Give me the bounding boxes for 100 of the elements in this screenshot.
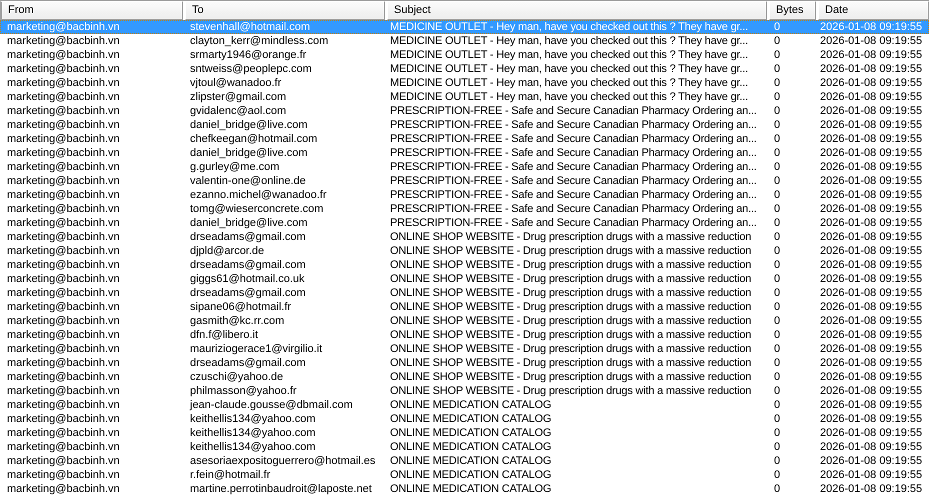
table-row[interactable]: marketing@bacbinh.vn czuschi@yahoo.de ONLINE SHOP WEBSITE - Drug prescription drugs with a massive reduction 0 2026-01-08 09:19:55: [0, 370, 929, 384]
table-row[interactable]: marketing@bacbinh.vn asesoriaexpositoguerrero@hotmail.es ONLINE MEDICATION CATALOG 0 2026-01-08 09:19:55: [0, 454, 929, 468]
table-cell-text: marketing@bacbinh.vn: [6, 202, 121, 216]
column-header[interactable]: To: [185, 1, 385, 20]
column-header[interactable]: From: [0, 1, 183, 20]
table-cell-text: sntweiss@peoplepc.com: [189, 62, 313, 76]
table-cell-text: 2026-01-08 09:19:55: [819, 104, 924, 118]
table-cell-text: gvidalenc@aol.com: [189, 104, 288, 118]
table-row[interactable]: marketing@bacbinh.vn zlipster@gmail.com MEDICINE OUTLET - Hey man, have you checked out this ? They have gr... 0 2026-01-08 09:19:55: [0, 90, 929, 104]
table-row[interactable]: marketing@bacbinh.vn keithellis134@yahoo.com ONLINE MEDICATION CATALOG 0 2026-01-08 09:19:55: [0, 440, 929, 454]
table-cell-text: 2026-01-08 09:19:55: [819, 314, 924, 328]
table-cell-text: marketing@bacbinh.vn: [6, 300, 121, 314]
table-cell-text: ONLINE SHOP WEBSITE - Drug prescription drugs with a massive reduction: [389, 258, 752, 272]
table-cell-text: tomg@wieserconcrete.com: [189, 202, 324, 216]
table-cell-text: marketing@bacbinh.vn: [6, 398, 121, 412]
table-cell-text: 0: [773, 454, 782, 468]
table-cell-text: 0: [773, 174, 782, 188]
table-cell-text: marketing@bacbinh.vn: [6, 286, 121, 300]
table-cell-text: 2026-01-08 09:19:55: [819, 272, 924, 286]
table-row[interactable]: marketing@bacbinh.vn sntweiss@peoplepc.com MEDICINE OUTLET - Hey man, have you checked out this ? They have gr... 0 2026-01-08 09:19:55: [0, 62, 929, 76]
table-cell-text: ONLINE SHOP WEBSITE - Drug prescription drugs with a massive reduction: [389, 314, 752, 328]
table-row[interactable]: marketing@bacbinh.vn drseadams@gmail.com ONLINE SHOP WEBSITE - Drug prescription drugs with a massive reduction 0 2026-01-08 09:19:55: [0, 286, 929, 300]
table-cell-text: sipane06@hotmail.fr: [189, 300, 292, 314]
table-row[interactable]: marketing@bacbinh.vn dfn.f@libero.it ONLINE SHOP WEBSITE - Drug prescription drugs with a massive reduction 0 2026-01-08 09:19:55: [0, 328, 929, 342]
table-cell-text: 0: [773, 48, 782, 62]
table-cell-text: ONLINE SHOP WEBSITE - Drug prescription drugs with a massive reduction: [389, 272, 752, 286]
table-row[interactable]: marketing@bacbinh.vn martine.perrotinbaudroit@laposte.net ONLINE MEDICATION CATALOG 0 2026-01-08 09:19:55: [0, 482, 929, 496]
table-cell-text: 0: [773, 62, 782, 76]
table-cell-text: PRESCRIPTION-FREE - Safe and Secure Canadian Pharmacy Ordering an...: [389, 104, 758, 118]
table-cell-text: marketing@bacbinh.vn: [6, 76, 121, 90]
table-row[interactable]: marketing@bacbinh.vn g.gurley@me.com PRESCRIPTION-FREE - Safe and Secure Canadian Pharmacy Ordering an... 0 2026-01-08 09:19:55: [0, 160, 929, 174]
table-cell-text: 2026-01-08 09:19:55: [819, 230, 924, 244]
table-cell-text: 0: [773, 90, 782, 104]
table-cell-text: 2026-01-08 09:19:55: [819, 90, 924, 104]
table-row[interactable]: marketing@bacbinh.vn srmarty1946@orange.fr MEDICINE OUTLET - Hey man, have you checked out this ? They have gr... 0 2026-01-08 09:19:55: [0, 48, 929, 62]
table-cell-text: 2026-01-08 09:19:55: [819, 20, 924, 34]
table-row[interactable]: marketing@bacbinh.vn drseadams@gmail.com ONLINE SHOP WEBSITE - Drug prescription drugs with a massive reduction 0 2026-01-08 09:19:55: [0, 258, 929, 272]
table-cell-text: r.fein@hotmail.fr: [189, 468, 272, 482]
table-row[interactable]: marketing@bacbinh.vn daniel_bridge@live.com PRESCRIPTION-FREE - Safe and Secure Canadian Pharmacy Ordering an... 0 2026-01-08 09:19:55: [0, 146, 929, 160]
table-cell-text: keithellis134@yahoo.com: [189, 426, 317, 440]
table-cell-text: ONLINE MEDICATION CATALOG: [389, 412, 552, 426]
table-cell-text: marketing@bacbinh.vn: [6, 104, 121, 118]
table-cell-text: 2026-01-08 09:19:55: [819, 328, 924, 342]
table-cell-text: marketing@bacbinh.vn: [6, 216, 121, 230]
table-row[interactable]: marketing@bacbinh.vn clayton_kerr@mindless.com MEDICINE OUTLET - Hey man, have you checked out this ? They have gr... 0 2026-01-08 09:19:55: [0, 34, 929, 48]
table-cell-text: 0: [773, 440, 782, 454]
column-header[interactable]: Bytes: [769, 1, 816, 20]
table-cell-text: marketing@bacbinh.vn: [6, 342, 121, 356]
table-row[interactable]: marketing@bacbinh.vn tomg@wieserconcrete.com PRESCRIPTION-FREE - Safe and Secure Canadian Pharmacy Ordering an... 0 2026-01-08 09:19:55: [0, 202, 929, 216]
table-cell-text: daniel_bridge@live.com: [189, 146, 309, 160]
table-row[interactable]: marketing@bacbinh.vn vjtoul@wanadoo.fr MEDICINE OUTLET - Hey man, have you checked out this ? They have gr... 0 2026-01-08 09:19:55: [0, 76, 929, 90]
table-row[interactable]: marketing@bacbinh.vn jean-claude.gousse@dbmail.com ONLINE MEDICATION CATALOG 0 2026-01-08 09:19:55: [0, 398, 929, 412]
table-cell-text: czuschi@yahoo.de: [189, 370, 284, 384]
table-row[interactable]: marketing@bacbinh.vn ezanno.michel@wanadoo.fr PRESCRIPTION-FREE - Safe and Secure Canadian Pharmacy Ordering an... 0 2026-01-08 09:19:55: [0, 188, 929, 202]
table-cell-text: PRESCRIPTION-FREE - Safe and Secure Canadian Pharmacy Ordering an...: [389, 216, 758, 230]
table-cell-text: ONLINE SHOP WEBSITE - Drug prescription drugs with a massive reduction: [389, 328, 752, 342]
table-row[interactable]: marketing@bacbinh.vn gvidalenc@aol.com PRESCRIPTION-FREE - Safe and Secure Canadian Pharmacy Ordering an... 0 2026-01-08 09:19:55: [0, 104, 929, 118]
table-cell-text: ONLINE MEDICATION CATALOG: [389, 398, 552, 412]
table-row[interactable]: marketing@bacbinh.vn keithellis134@yahoo.com ONLINE MEDICATION CATALOG 0 2026-01-08 09:19:55: [0, 426, 929, 440]
table-row[interactable]: marketing@bacbinh.vn chefkeegan@hotmail.com PRESCRIPTION-FREE - Safe and Secure Canadian Pharmacy Ordering an... 0 2026-01-08 09:19:55: [0, 132, 929, 146]
table-cell-text: marketing@bacbinh.vn: [6, 370, 121, 384]
table-row[interactable]: marketing@bacbinh.vn philmasson@yahoo.fr ONLINE SHOP WEBSITE - Drug prescription drugs with a massive reduction 0 2026-01-08 09:19:55: [0, 384, 929, 398]
table-cell-text: marketing@bacbinh.vn: [6, 160, 121, 174]
table-cell-text: 0: [773, 412, 782, 426]
table-cell-text: 2026-01-08 09:19:55: [819, 146, 924, 160]
table-row[interactable]: marketing@bacbinh.vn sipane06@hotmail.fr ONLINE SHOP WEBSITE - Drug prescription drugs with a massive reduction 0 2026-01-08 09:19:55: [0, 300, 929, 314]
table-cell-text: 0: [773, 468, 782, 482]
table-row[interactable]: marketing@bacbinh.vn r.fein@hotmail.fr ONLINE MEDICATION CATALOG 0 2026-01-08 09:19:55: [0, 468, 929, 482]
table-cell-text: 0: [773, 244, 782, 258]
table-cell-text: 2026-01-08 09:19:55: [819, 370, 924, 384]
table-cell-text: 2026-01-08 09:19:55: [819, 244, 924, 258]
table-row[interactable]: marketing@bacbinh.vn daniel_bridge@live.com PRESCRIPTION-FREE - Safe and Secure Canadian Pharmacy Ordering an... 0 2026-01-08 09:19:55: [0, 118, 929, 132]
table-cell-text: marketing@bacbinh.vn: [6, 412, 121, 426]
column-header[interactable]: Date: [818, 1, 929, 20]
table-cell-text: 0: [773, 160, 782, 174]
table-cell-text: gasmith@kc.rr.com: [189, 314, 286, 328]
table-cell-text: zlipster@gmail.com: [189, 90, 288, 104]
table-cell-text: marketing@bacbinh.vn: [6, 146, 121, 160]
table-cell-text: g.gurley@me.com: [189, 160, 280, 174]
column-header[interactable]: Subject: [387, 1, 767, 20]
table-cell-text: 2026-01-08 09:19:55: [819, 258, 924, 272]
table-row[interactable]: marketing@bacbinh.vn mauriziogerace1@virgilio.it ONLINE SHOP WEBSITE - Drug prescription drugs with a massive reduction 0 2026-01-08 09:19:55: [0, 342, 929, 356]
table-cell-text: marketing@bacbinh.vn: [6, 20, 121, 34]
table-cell-text: 2026-01-08 09:19:55: [819, 412, 924, 426]
table-row[interactable]: marketing@bacbinh.vn drseadams@gmail.com ONLINE SHOP WEBSITE - Drug prescription drugs with a massive reduction 0 2026-01-08 09:19:55: [0, 230, 929, 244]
table-row[interactable]: marketing@bacbinh.vn daniel_bridge@live.com PRESCRIPTION-FREE - Safe and Secure Canadian Pharmacy Ordering an... 0 2026-01-08 09:19:55: [0, 216, 929, 230]
table-cell-text: marketing@bacbinh.vn: [6, 314, 121, 328]
table-cell-text: ONLINE SHOP WEBSITE - Drug prescription drugs with a massive reduction: [389, 384, 752, 398]
table-row[interactable]: marketing@bacbinh.vn giggs61@hotmail.co.uk ONLINE SHOP WEBSITE - Drug prescription drugs with a massive reduction 0 2026-01-08 09:19:55: [0, 272, 929, 286]
table-cell-text: ONLINE SHOP WEBSITE - Drug prescription drugs with a massive reduction: [389, 244, 752, 258]
table-row[interactable]: marketing@bacbinh.vn djpld@arcor.de ONLINE SHOP WEBSITE - Drug prescription drugs with a massive reduction 0 2026-01-08 09:19:55: [0, 244, 929, 258]
table-cell-text: djpld@arcor.de: [189, 244, 266, 258]
table-cell-text: marketing@bacbinh.vn: [6, 34, 121, 48]
table-row[interactable]: marketing@bacbinh.vn valentin-one@online.de PRESCRIPTION-FREE - Safe and Secure Canadian Pharmacy Ordering an... 0 2026-01-08 09:19:55: [0, 174, 929, 188]
table-row[interactable]: marketing@bacbinh.vn gasmith@kc.rr.com ONLINE SHOP WEBSITE - Drug prescription drugs with a massive reduction 0 2026-01-08 09:19:55: [0, 314, 929, 328]
table-row[interactable]: marketing@bacbinh.vn keithellis134@yahoo.com ONLINE MEDICATION CATALOG 0 2026-01-08 09:19:55: [0, 412, 929, 426]
table-cell-text: PRESCRIPTION-FREE - Safe and Secure Canadian Pharmacy Ordering an...: [389, 202, 758, 216]
table-cell-text: marketing@bacbinh.vn: [6, 48, 121, 62]
table-cell-text: 0: [773, 230, 782, 244]
table-row[interactable]: marketing@bacbinh.vn drseadams@gmail.com ONLINE SHOP WEBSITE - Drug prescription drugs with a massive reduction 0 2026-01-08 09:19:55: [0, 356, 929, 370]
